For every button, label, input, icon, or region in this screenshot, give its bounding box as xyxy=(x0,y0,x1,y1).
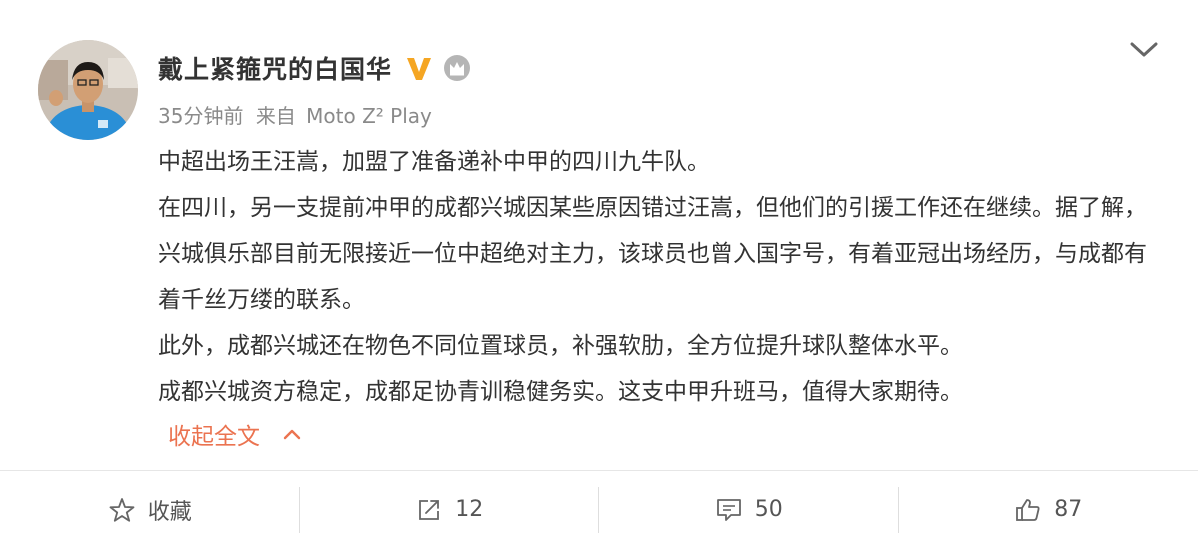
chevron-up-icon xyxy=(283,429,301,440)
favorite-label: 收藏 xyxy=(147,499,192,525)
collapse-label: 收起全文 xyxy=(168,424,260,450)
author-name[interactable]: 戴上紧箍咒的白国华 xyxy=(158,50,392,86)
content-paragraph: 中超出场王汪嵩，加盟了准备递补中甲的四川九牛队。 xyxy=(158,149,710,175)
more-options-button[interactable] xyxy=(1128,36,1160,64)
chevron-down-icon xyxy=(1130,42,1158,57)
star-icon xyxy=(109,497,135,522)
repost-count: 12 xyxy=(455,497,484,522)
share-icon xyxy=(419,499,440,520)
verified-v-icon[interactable] xyxy=(404,53,434,83)
repost-button[interactable]: 12 xyxy=(300,471,599,548)
author-row: 戴上紧箍咒的白国华 xyxy=(158,48,472,88)
comment-icon xyxy=(716,498,741,521)
collapse-text-button[interactable]: 收起全文 xyxy=(168,414,302,454)
comment-button[interactable]: 50 xyxy=(599,471,899,548)
avatar[interactable] xyxy=(38,40,138,140)
content-paragraph: 成都兴城资方稳定，成都足协青训稳健务实。这支中甲升班马，值得大家期待。 xyxy=(158,379,963,405)
weibo-post-card: 戴上紧箍咒的白国华 35分钟前 来自 Moto Z² Play 中超出场王汪嵩，… xyxy=(0,0,1198,470)
thumbs-up-icon xyxy=(1016,498,1040,521)
crown-icon[interactable] xyxy=(442,53,472,83)
post-content: 中超出场王汪嵩，加盟了准备递补中甲的四川九牛队。 在四川，另一支提前冲甲的成都兴… xyxy=(158,139,1168,415)
like-count: 87 xyxy=(1054,497,1083,522)
content-paragraph: 在四川，另一支提前冲甲的成都兴城因某些原因错过汪嵩，但他们的引援工作还在继续。据… xyxy=(158,195,1147,313)
post-source: Moto Z² Play xyxy=(306,104,432,128)
post-meta: 35分钟前 来自 Moto Z² Play xyxy=(158,100,432,129)
like-button[interactable]: 87 xyxy=(899,471,1198,548)
action-toolbar: 收藏 12 50 87 xyxy=(0,471,1198,548)
source-prefix: 来自 xyxy=(255,104,296,128)
comment-count: 50 xyxy=(754,497,783,522)
favorite-button[interactable]: 收藏 xyxy=(0,471,300,548)
post-time[interactable]: 35分钟前 xyxy=(158,104,243,128)
content-paragraph: 此外，成都兴城还在物色不同位置球员，补强软肋，全方位提升球队整体水平。 xyxy=(158,333,963,359)
